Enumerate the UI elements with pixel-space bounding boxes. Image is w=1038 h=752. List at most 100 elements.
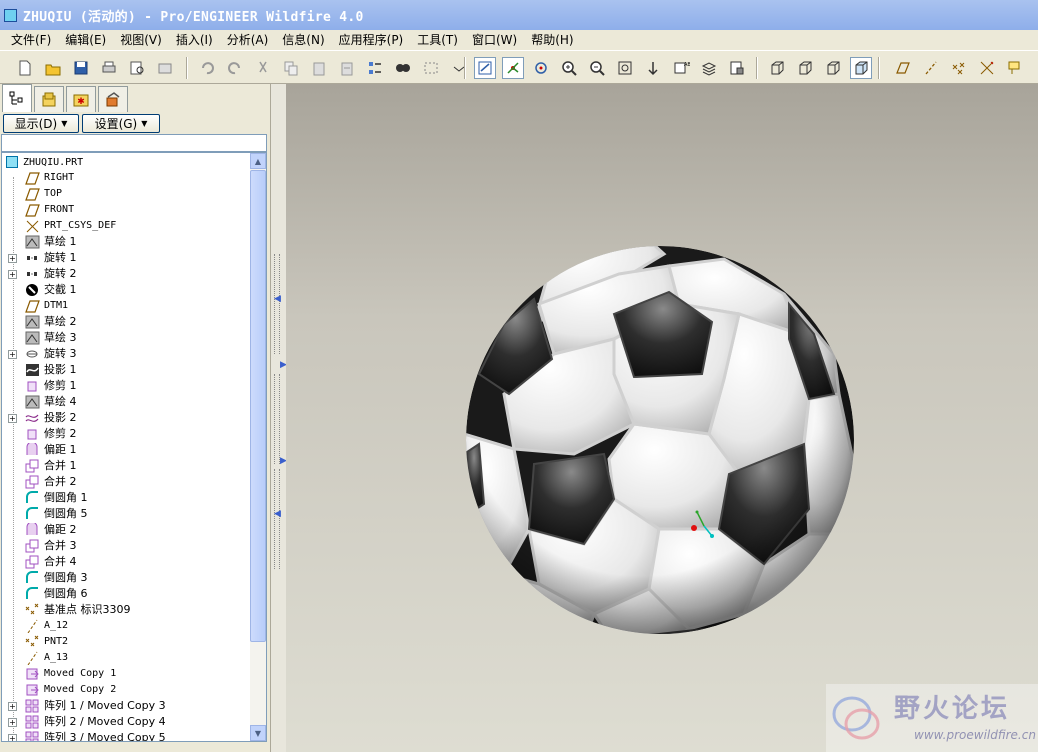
tree-item[interactable]: 合并 4 xyxy=(2,554,250,570)
tree-item[interactable]: 合并 1 xyxy=(2,458,250,474)
copy-icon[interactable] xyxy=(280,57,302,79)
soccer-ball-model[interactable] xyxy=(464,244,856,636)
tab-model-tree[interactable] xyxy=(2,84,32,112)
tree-item[interactable]: 投影 1 xyxy=(2,362,250,378)
menu-item[interactable]: 视图(V) xyxy=(113,31,169,49)
graphics-viewport[interactable] xyxy=(286,84,1038,752)
expand-icon[interactable]: + xyxy=(8,718,17,727)
layers-icon[interactable] xyxy=(698,57,720,79)
tree-item[interactable]: 修剪 1 xyxy=(2,378,250,394)
tree-item[interactable]: 草绘 3 xyxy=(2,330,250,346)
tree-item[interactable]: 草绘 4 xyxy=(2,394,250,410)
paste-special-icon[interactable] xyxy=(336,57,358,79)
model-tree[interactable]: ZHUQIU.PRT RIGHT TOP FRONT PRT_CSYS_DEF 草绘 1… xyxy=(1,152,267,742)
no-hidden-icon[interactable] xyxy=(822,57,844,79)
new-file-icon[interactable] xyxy=(14,57,36,79)
tree-item[interactable]: 合并 3 xyxy=(2,538,250,554)
tree-item[interactable]: + 投影 2 xyxy=(2,410,250,426)
reorient-icon[interactable] xyxy=(642,57,664,79)
tree-item[interactable]: A_13 xyxy=(2,650,250,666)
tree-item[interactable]: A_12 xyxy=(2,618,250,634)
scroll-down-arrow[interactable]: ▼ xyxy=(250,725,266,741)
tree-item[interactable]: 合并 2 xyxy=(2,474,250,490)
select-box-icon[interactable] xyxy=(420,57,442,79)
settings-dropdown[interactable]: 设置(G) ▼ xyxy=(82,113,160,133)
menu-item[interactable]: 文件(F) xyxy=(4,31,58,49)
undo-icon[interactable] xyxy=(196,57,218,79)
saved-views-icon[interactable] xyxy=(448,57,470,79)
email-icon[interactable] xyxy=(154,57,176,79)
tree-item[interactable]: + 旋转 3 xyxy=(2,346,250,362)
cut-icon[interactable] xyxy=(252,57,274,79)
expand-icon[interactable]: + xyxy=(8,350,17,359)
tree-item[interactable]: + 旋转 2 xyxy=(2,266,250,282)
expand-icon[interactable]: + xyxy=(8,702,17,711)
datum-plane-icon[interactable] xyxy=(892,57,914,79)
named-views-icon[interactable]: AB xyxy=(670,57,692,79)
wireframe-icon[interactable] xyxy=(766,57,788,79)
expand-icon[interactable]: + xyxy=(8,254,17,263)
expand-icon[interactable]: + xyxy=(8,414,17,423)
repaint-icon[interactable] xyxy=(474,57,496,79)
tree-item[interactable]: 草绘 1 xyxy=(2,234,250,250)
zoom-in-icon[interactable] xyxy=(558,57,580,79)
menu-item[interactable]: 信息(N) xyxy=(275,31,331,49)
menu-item[interactable]: 编辑(E) xyxy=(58,31,113,49)
tree-item[interactable]: 偏距 1 xyxy=(2,441,250,458)
open-folder-icon[interactable] xyxy=(42,57,64,79)
expand-icon[interactable]: + xyxy=(8,270,17,279)
tree-item[interactable]: PNT2 xyxy=(2,634,250,650)
tree-item[interactable]: 倒圆角 3 xyxy=(2,570,250,586)
tree-item[interactable]: 交截 1 xyxy=(2,282,250,298)
print-icon[interactable] xyxy=(98,57,120,79)
tree-item[interactable]: 倒圆角 5 xyxy=(2,506,250,522)
expand-icon[interactable]: + xyxy=(8,734,17,741)
tree-item[interactable]: FRONT xyxy=(2,202,250,218)
panel-splitter[interactable]: ◀ ▶ ▶ ◀ xyxy=(270,84,287,752)
tree-item[interactable]: 偏距 2 xyxy=(2,521,250,538)
tree-item[interactable]: 倒圆角 1 xyxy=(2,490,250,506)
menu-item[interactable]: 窗口(W) xyxy=(465,31,524,49)
find-icon[interactable] xyxy=(392,57,414,79)
tree-item[interactable]: TOP xyxy=(2,186,250,202)
orient-icon[interactable] xyxy=(530,57,552,79)
refit-icon[interactable] xyxy=(614,57,636,79)
tree-item[interactable]: DTM1 xyxy=(2,298,250,314)
tree-item[interactable]: Moved Copy 1 xyxy=(2,666,250,682)
save-icon[interactable] xyxy=(70,57,92,79)
csys-icon[interactable] xyxy=(976,57,998,79)
datum-axis-icon[interactable] xyxy=(920,57,942,79)
tree-item[interactable]: + 阵列 3 / Moved Copy 5 xyxy=(2,730,250,741)
paste-icon[interactable] xyxy=(308,57,330,79)
tree-item[interactable]: 修剪 2 xyxy=(2,426,250,442)
tab-connections[interactable] xyxy=(98,86,128,112)
tree-item[interactable]: + 阵列 2 / Moved Copy 4 xyxy=(2,714,250,730)
hidden-line-icon[interactable] xyxy=(794,57,816,79)
tree-item[interactable]: + 阵列 1 / Moved Copy 3 xyxy=(2,698,250,714)
menu-item[interactable]: 插入(I) xyxy=(169,31,220,49)
zoom-out-icon[interactable] xyxy=(586,57,608,79)
scroll-thumb[interactable] xyxy=(250,170,266,642)
spin-center-icon[interactable] xyxy=(502,57,524,79)
display-dropdown[interactable]: 显示(D) ▼ xyxy=(3,113,79,133)
datum-point-icon[interactable] xyxy=(948,57,970,79)
print-preview-icon[interactable] xyxy=(126,57,148,79)
tree-item[interactable]: RIGHT xyxy=(2,170,250,186)
tab-folder-browser[interactable] xyxy=(34,86,64,112)
tree-item[interactable]: + 旋转 1 xyxy=(2,250,250,266)
menu-item[interactable]: 应用程序(P) xyxy=(332,31,411,49)
tab-favorites[interactable]: ✱ xyxy=(66,86,96,112)
regenerate-icon[interactable] xyxy=(364,57,386,79)
tree-scrollbar[interactable]: ▲ ▼ xyxy=(250,153,266,741)
tree-item[interactable]: 基准点 标识3309 xyxy=(2,602,250,618)
tree-item[interactable]: Moved Copy 2 xyxy=(2,682,250,698)
tree-item[interactable]: PRT_CSYS_DEF xyxy=(2,218,250,234)
menu-item[interactable]: 帮助(H) xyxy=(524,31,580,49)
tree-item[interactable]: 倒圆角 6 xyxy=(2,586,250,602)
tree-item[interactable]: 草绘 2 xyxy=(2,314,250,330)
annotation-icon[interactable] xyxy=(1004,57,1026,79)
view-manager-icon[interactable] xyxy=(726,57,748,79)
shading-icon[interactable] xyxy=(850,57,872,79)
menu-item[interactable]: 工具(T) xyxy=(410,31,465,49)
scroll-up-arrow[interactable]: ▲ xyxy=(250,153,266,169)
